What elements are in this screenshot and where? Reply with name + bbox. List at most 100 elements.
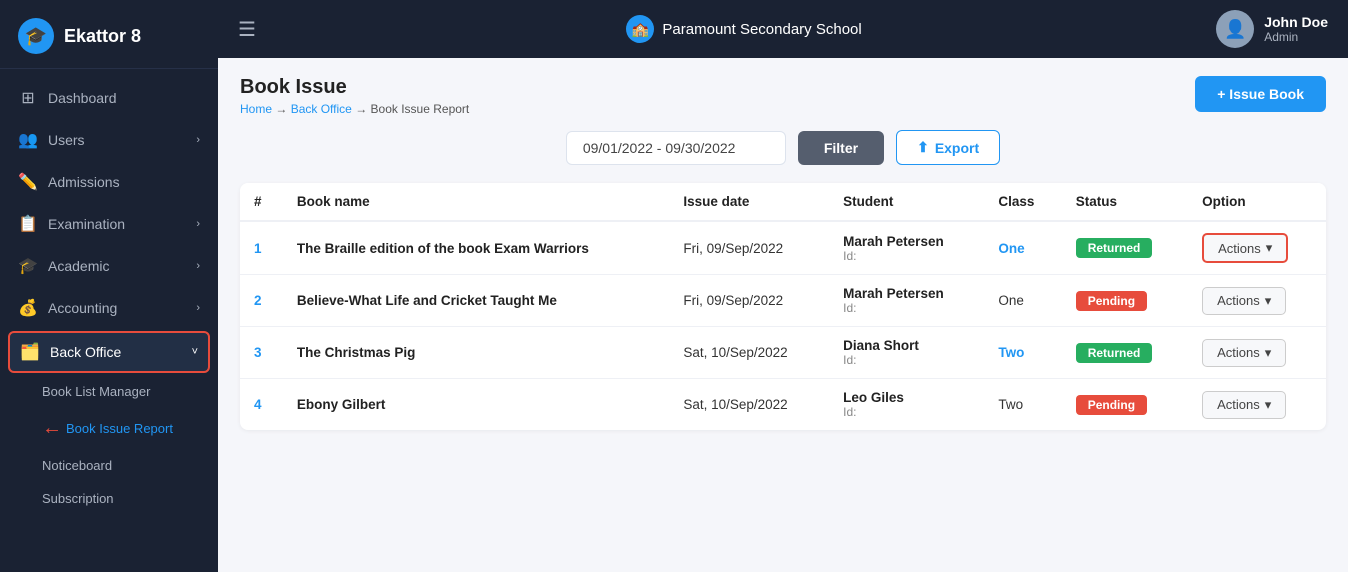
export-icon: ⬆ xyxy=(917,139,929,156)
breadcrumb-home[interactable]: Home xyxy=(240,102,272,116)
sidebar-item-back-office[interactable]: 🗂️ Back Office ˅ xyxy=(8,331,210,373)
cell-issue-date: Sat, 10/Sep/2022 xyxy=(669,327,829,379)
breadcrumb-current: Book Issue Report xyxy=(371,102,470,116)
cell-class: Two xyxy=(984,327,1061,379)
chevron-icon: › xyxy=(196,134,200,146)
user-role: Admin xyxy=(1264,30,1328,44)
logo-text: Ekattor 8 xyxy=(64,26,141,47)
topbar: ☰ 🏫 Paramount Secondary School 👤 John Do… xyxy=(218,0,1348,58)
cell-student: Leo Giles Id: xyxy=(829,379,984,431)
cell-num: 2 xyxy=(240,275,283,327)
sidebar-subitem-subscription[interactable]: Subscription xyxy=(0,482,218,515)
filter-row: Filter ⬆ Export xyxy=(240,130,1326,165)
examination-icon: 📋 xyxy=(18,214,38,234)
cell-student: Marah Petersen Id: xyxy=(829,275,984,327)
cell-class: One xyxy=(984,221,1061,275)
cell-book-name: Believe-What Life and Cricket Taught Me xyxy=(283,275,669,327)
sidebar-item-label: Users xyxy=(48,132,85,148)
col-issue-date: Issue date xyxy=(669,183,829,221)
logo-icon: 🎓 xyxy=(18,18,54,54)
page-title: Book Issue xyxy=(240,76,469,99)
issue-book-button[interactable]: + Issue Book xyxy=(1195,76,1326,112)
actions-button[interactable]: Actions ▾ xyxy=(1202,391,1286,419)
sidebar-item-label: Admissions xyxy=(48,174,120,190)
school-name-text: Paramount Secondary School xyxy=(662,21,861,38)
sidebar-item-label: Back Office xyxy=(50,344,121,360)
table-row: 2 Believe-What Life and Cricket Taught M… xyxy=(240,275,1326,327)
sidebar-logo: 🎓 Ekattor 8 xyxy=(0,0,218,69)
chevron-down-icon: ▾ xyxy=(1265,293,1272,309)
sub-item-label: Noticeboard xyxy=(42,458,112,473)
menu-toggle-button[interactable]: ☰ xyxy=(238,17,256,42)
sidebar-subitem-noticeboard[interactable]: Noticeboard xyxy=(0,449,218,482)
student-id: Id: xyxy=(843,405,970,419)
date-range-input[interactable] xyxy=(566,131,786,165)
cell-status: Pending xyxy=(1062,379,1188,431)
user-name: John Doe xyxy=(1264,14,1328,30)
col-student: Student xyxy=(829,183,984,221)
breadcrumb-separator-1: → xyxy=(275,102,290,116)
sidebar-item-admissions[interactable]: ✏️ Admissions xyxy=(0,161,218,203)
page-title-block: Book Issue Home → Back Office → Book Iss… xyxy=(240,76,469,116)
admissions-icon: ✏️ xyxy=(18,172,38,192)
col-class: Class xyxy=(984,183,1061,221)
cell-book-name: The Braille edition of the book Exam War… xyxy=(283,221,669,275)
user-profile[interactable]: 👤 John Doe Admin xyxy=(1216,10,1328,48)
export-button[interactable]: ⬆ Export xyxy=(896,130,1000,165)
cell-student: Marah Petersen Id: xyxy=(829,221,984,275)
cell-status: Returned xyxy=(1062,327,1188,379)
back-office-icon: 🗂️ xyxy=(20,342,40,362)
student-name: Leo Giles xyxy=(843,390,970,405)
actions-button[interactable]: Actions ▾ xyxy=(1202,339,1286,367)
cell-status: Pending xyxy=(1062,275,1188,327)
student-name: Marah Petersen xyxy=(843,286,970,301)
table-row: 1 The Braille edition of the book Exam W… xyxy=(240,221,1326,275)
chevron-down-icon: ▾ xyxy=(1265,397,1272,413)
sidebar-nav: ⊞ Dashboard 👥 Users › ✏️ Admissions 📋 Ex… xyxy=(0,69,218,572)
academic-icon: 🎓 xyxy=(18,256,38,276)
cell-status: Returned xyxy=(1062,221,1188,275)
actions-button[interactable]: Actions ▾ xyxy=(1202,233,1288,263)
sidebar-item-academic[interactable]: 🎓 Academic › xyxy=(0,245,218,287)
student-name: Marah Petersen xyxy=(843,234,970,249)
table-header-row: # Book name Issue date Student Class Sta… xyxy=(240,183,1326,221)
breadcrumb: Home → Back Office → Book Issue Report xyxy=(240,102,469,116)
cell-student: Diana Short Id: xyxy=(829,327,984,379)
main-content: Book Issue Home → Back Office → Book Iss… xyxy=(218,58,1348,572)
chevron-down-icon: ▾ xyxy=(1265,345,1272,361)
chevron-down-icon: ▾ xyxy=(1266,240,1273,256)
sidebar-item-accounting[interactable]: 💰 Accounting › xyxy=(0,287,218,329)
user-info: John Doe Admin xyxy=(1264,14,1328,44)
data-table: # Book name Issue date Student Class Sta… xyxy=(240,183,1326,430)
cell-option: Actions ▾ xyxy=(1188,221,1326,275)
col-book-name: Book name xyxy=(283,183,669,221)
arrow-icon: ← xyxy=(42,417,62,440)
sidebar-item-dashboard[interactable]: ⊞ Dashboard xyxy=(0,77,218,119)
cell-book-name: Ebony Gilbert xyxy=(283,379,669,431)
student-id: Id: xyxy=(843,301,970,315)
sub-item-label: Subscription xyxy=(42,491,114,506)
cell-num: 4 xyxy=(240,379,283,431)
breadcrumb-back-office[interactable]: Back Office xyxy=(291,102,352,116)
sub-item-label: Book Issue Report xyxy=(66,421,173,436)
cell-class: Two xyxy=(984,379,1061,431)
cell-issue-date: Fri, 09/Sep/2022 xyxy=(669,221,829,275)
status-badge: Pending xyxy=(1076,395,1147,415)
sidebar-item-label: Academic xyxy=(48,258,109,274)
cell-option: Actions ▾ xyxy=(1188,327,1326,379)
sidebar-item-examination[interactable]: 📋 Examination › xyxy=(0,203,218,245)
page-header: Book Issue Home → Back Office → Book Iss… xyxy=(240,76,1326,116)
avatar: 👤 xyxy=(1216,10,1254,48)
sidebar-subitem-book-list-manager[interactable]: Book List Manager xyxy=(0,375,218,408)
filter-button[interactable]: Filter xyxy=(798,131,884,165)
export-label: Export xyxy=(935,140,979,156)
sidebar-item-label: Accounting xyxy=(48,300,117,316)
sidebar-item-users[interactable]: 👥 Users › xyxy=(0,119,218,161)
cell-option: Actions ▾ xyxy=(1188,379,1326,431)
chevron-down-icon: ˅ xyxy=(192,346,198,358)
accounting-icon: 💰 xyxy=(18,298,38,318)
student-id: Id: xyxy=(843,249,970,263)
sidebar-subitem-book-issue-report[interactable]: ← Book Issue Report xyxy=(0,408,218,449)
sidebar-item-label: Dashboard xyxy=(48,90,117,106)
actions-button[interactable]: Actions ▾ xyxy=(1202,287,1286,315)
